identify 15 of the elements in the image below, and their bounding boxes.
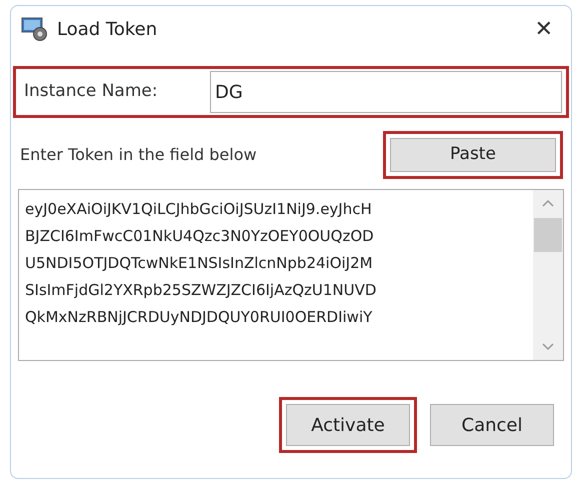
window-title: Load Token	[57, 18, 158, 42]
instruction-text: Enter Token in the field below	[20, 144, 257, 166]
token-text: eyJ0eXAiOiJKV1QiLCJhbGciOiJSUzI1NiJ9.eyJhcH BJZCI6ImFwcC01NkU4Qzc3N0YzOEY0OUQzOD U5NDI5OTJDQTcwNkE1NSIsInZlcnNpb24iOiJ2M SIsImFjdGl2YXRpb25SZWZJZCI6IjAzQzU1NUVD QkMxNzRBNjJCRDUyNDJDQUY0RUI0OERDIiwiY	[24, 199, 378, 328]
scrollbar-thumb[interactable]	[534, 218, 562, 252]
scrollbar[interactable]	[533, 190, 563, 360]
close-button[interactable]: ✕	[530, 12, 557, 46]
scroll-down-icon[interactable]	[541, 342, 555, 352]
dialog-button[interactable]: Cancel	[430, 404, 554, 446]
field-label: Instance Name:	[24, 80, 159, 104]
paste-button[interactable]: Paste	[390, 138, 556, 172]
monitor-gear-icon	[21, 16, 49, 42]
instance-name-field[interactable]: DG	[210, 71, 562, 113]
scroll-up-icon[interactable]	[541, 198, 555, 208]
dialog-button[interactable]: Activate	[286, 404, 410, 446]
token-field[interactable]: eyJ0eXAiOiJKV1QiLCJhbGciOiJSUzI1NiJ9.eyJhcH BJZCI6ImFwcC01NkU4Qzc3N0YzOEY0OUQzOD U5NDI5OTJDQTcwNkE1NSIsInZlcnNpb24iOiJ2M SIsImFjdGl2YXRpb25SZWZJZCI6IjAzQzU1NUVD QkMxNzRBNjJCRDUyNDJDQUY0RUI0OERDIiwiY	[18, 189, 564, 361]
